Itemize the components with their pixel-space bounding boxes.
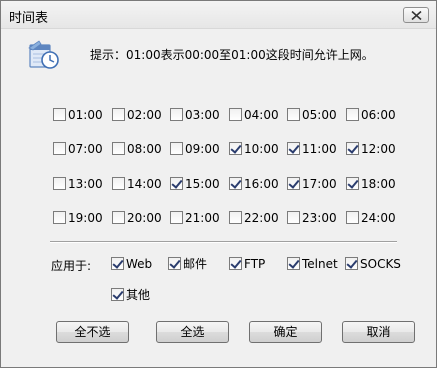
hour-label: 07:00 [68, 142, 103, 156]
hour-checkbox[interactable] [346, 177, 359, 190]
hour-label: 23:00 [302, 211, 337, 225]
apply-other-checkbox[interactable] [111, 288, 124, 301]
hour-label: 15:00 [185, 177, 220, 191]
deselect-all-button[interactable]: 全不选 [56, 321, 129, 343]
hour-label: 21:00 [185, 211, 220, 225]
apply-socks-checkbox[interactable] [345, 257, 358, 270]
hour-checkbox[interactable] [287, 211, 300, 224]
close-icon [411, 11, 422, 20]
hour-label: 14:00 [127, 177, 162, 191]
apply-socks-label: SOCKS [360, 257, 401, 271]
hour-label: 08:00 [127, 142, 162, 156]
hour-checkbox[interactable] [229, 177, 242, 190]
hour-checkbox[interactable] [229, 108, 242, 121]
hour-label: 19:00 [68, 211, 103, 225]
schedule-dialog: 时间表 提示：01:00表示00:00至01:00这段时间允许上网。 01:00… [0, 0, 437, 368]
hour-label: 03:00 [185, 108, 220, 122]
calendar-clock-icon [28, 40, 59, 69]
hour-checkbox[interactable] [287, 177, 300, 190]
select-all-button[interactable]: 全选 [156, 321, 229, 343]
hour-checkbox[interactable] [170, 142, 183, 155]
hour-checkbox[interactable] [170, 108, 183, 121]
apply-telnet-label: Telnet [302, 257, 338, 271]
hour-checkbox[interactable] [229, 211, 242, 224]
hour-checkbox[interactable] [346, 142, 359, 155]
hour-checkbox[interactable] [346, 211, 359, 224]
apply-web-label: Web [126, 257, 153, 271]
hour-label: 20:00 [127, 211, 162, 225]
hour-checkbox[interactable] [170, 177, 183, 190]
hour-label: 24:00 [361, 211, 396, 225]
apply-web-checkbox[interactable] [111, 257, 124, 270]
title-bar: 时间表 [1, 1, 436, 29]
hour-label: 12:00 [361, 142, 396, 156]
hour-checkbox[interactable] [346, 108, 359, 121]
hour-label: 16:00 [244, 177, 279, 191]
hour-label: 01:00 [68, 108, 103, 122]
hour-checkbox[interactable] [53, 108, 66, 121]
apply-other-label: 其他 [126, 288, 151, 302]
hour-label: 10:00 [244, 142, 279, 156]
hour-checkbox[interactable] [53, 177, 66, 190]
hour-checkbox[interactable] [112, 142, 125, 155]
divider [50, 241, 397, 243]
hour-checkbox[interactable] [170, 211, 183, 224]
close-button[interactable] [403, 7, 429, 23]
hour-checkbox[interactable] [53, 211, 66, 224]
hour-checkbox[interactable] [112, 211, 125, 224]
window-title: 时间表 [9, 11, 49, 26]
hour-label: 02:00 [127, 108, 162, 122]
apply-ftp-label: FTP [244, 257, 266, 271]
ok-button[interactable]: 确定 [249, 321, 322, 343]
apply-mail-checkbox[interactable] [168, 257, 181, 270]
apply-to-label: 应用于: [51, 259, 92, 273]
hour-label: 05:00 [302, 108, 337, 122]
hour-checkbox[interactable] [112, 177, 125, 190]
apply-ftp-checkbox[interactable] [229, 257, 242, 270]
hour-label: 13:00 [68, 177, 103, 191]
hour-label: 04:00 [244, 108, 279, 122]
apply-mail-label: 邮件 [183, 257, 208, 271]
apply-telnet-checkbox[interactable] [287, 257, 300, 270]
cancel-button[interactable]: 取消 [342, 321, 415, 343]
hour-checkbox[interactable] [287, 142, 300, 155]
hour-checkbox[interactable] [287, 108, 300, 121]
hour-label: 09:00 [185, 142, 220, 156]
hint-text: 提示：01:00表示00:00至01:00这段时间允许上网。 [90, 48, 374, 62]
hour-label: 18:00 [361, 177, 396, 191]
hour-label: 11:00 [302, 142, 337, 156]
hour-checkbox[interactable] [229, 142, 242, 155]
hour-label: 06:00 [361, 108, 396, 122]
hour-label: 17:00 [302, 177, 337, 191]
hour-label: 22:00 [244, 211, 279, 225]
hour-checkbox[interactable] [53, 142, 66, 155]
hour-checkbox[interactable] [112, 108, 125, 121]
